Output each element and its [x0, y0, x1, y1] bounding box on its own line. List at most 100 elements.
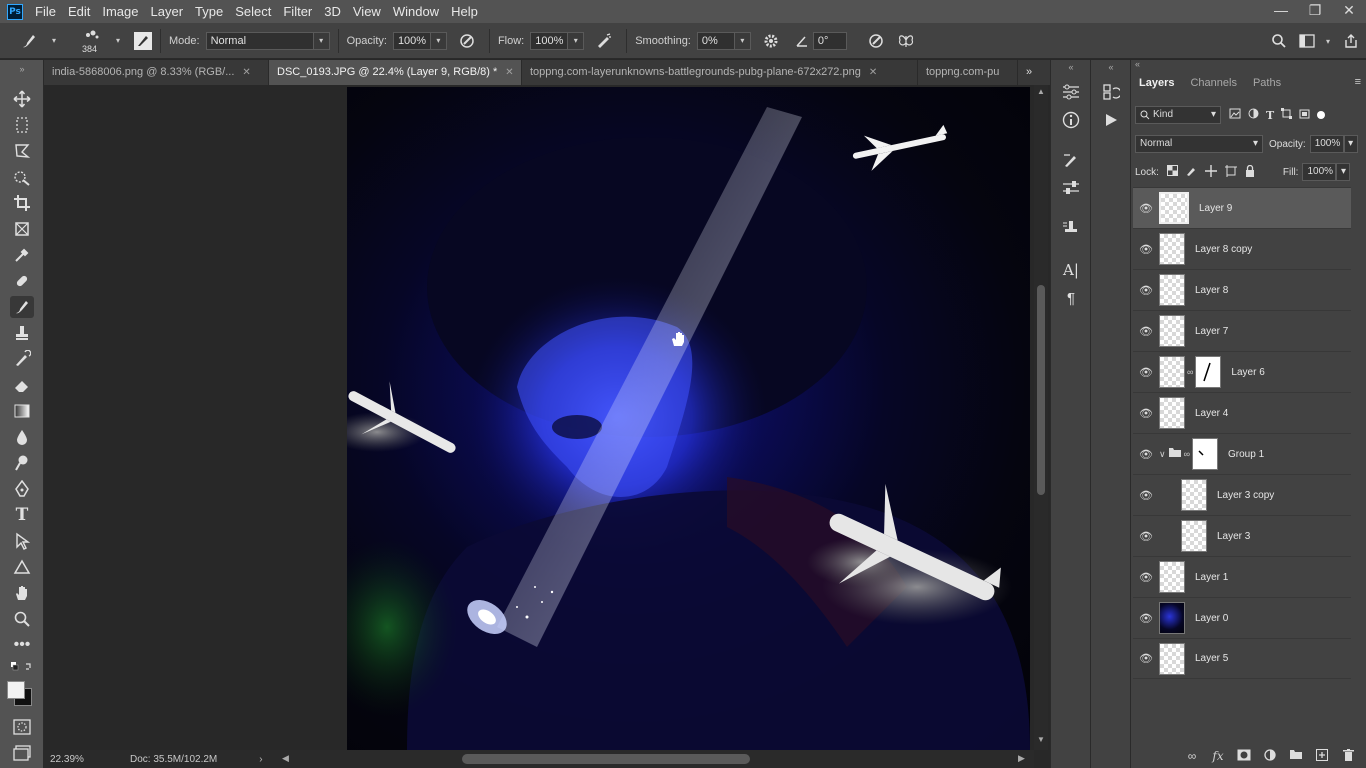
lock-artboard-icon[interactable] [1224, 164, 1237, 180]
lock-all-icon[interactable] [1245, 164, 1255, 180]
link-layers-icon[interactable]: ∞ [1179, 749, 1205, 763]
tab-paths[interactable]: Paths [1245, 72, 1289, 94]
status-menu-chevron-icon[interactable]: › [259, 754, 262, 765]
more-tabs-icon[interactable]: » [1018, 60, 1048, 85]
menu-type[interactable]: Type [189, 0, 229, 23]
group-mask-thumbnail[interactable] [1192, 438, 1219, 470]
filter-kind-select[interactable]: Kind ▾ [1135, 106, 1221, 124]
tab-toppng-plane[interactable]: toppng.com-layerunknowns-battlegrounds-p… [522, 60, 918, 85]
clone-stamp-tool-icon[interactable] [10, 322, 34, 344]
info-panel-icon[interactable] [1059, 108, 1083, 132]
zoom-level[interactable]: 22.39% [50, 754, 110, 765]
gear-icon[interactable] [757, 33, 785, 49]
clone-source-panel-icon[interactable] [1059, 216, 1083, 240]
dodge-tool-icon[interactable] [10, 452, 34, 474]
brush-settings-panel-icon[interactable] [1059, 148, 1083, 172]
minimize-button[interactable]: — [1264, 0, 1298, 23]
layer-opacity-input[interactable]: 100% [1309, 135, 1344, 153]
visibility-eye-icon[interactable]: 👁 [1133, 407, 1159, 420]
menu-help[interactable]: Help [445, 0, 484, 23]
default-colors-icon[interactable] [10, 660, 34, 674]
visibility-eye-icon[interactable]: 👁 [1133, 325, 1159, 338]
lasso-tool-icon[interactable] [10, 140, 34, 162]
color-swatches[interactable] [6, 680, 36, 710]
fill-chevron-icon[interactable]: ▾ [1336, 163, 1351, 181]
menu-edit[interactable]: Edit [62, 0, 96, 23]
menu-filter[interactable]: Filter [277, 0, 318, 23]
fill-input[interactable]: 100% [1302, 163, 1337, 181]
filter-type-icon[interactable]: T [1266, 109, 1274, 122]
menu-3d[interactable]: 3D [318, 0, 347, 23]
chain-link-icon[interactable]: ∞ [1184, 449, 1190, 459]
menu-window[interactable]: Window [387, 0, 445, 23]
workspace-chevron-icon[interactable]: ▾ [1320, 32, 1336, 50]
visibility-eye-icon[interactable]: 👁 [1133, 652, 1159, 665]
collapse-dock-icon[interactable]: « [1099, 62, 1123, 72]
layer-mask-thumbnail[interactable] [1195, 356, 1222, 388]
airbrush-icon[interactable] [590, 32, 618, 50]
lock-transparent-icon[interactable] [1166, 165, 1178, 179]
quick-selection-tool-icon[interactable] [10, 166, 34, 188]
filter-smart-object-icon[interactable] [1299, 108, 1310, 122]
brush-tool-icon[interactable] [10, 296, 34, 318]
layer-row-layer-8-copy[interactable]: 👁 Layer 8 copy [1133, 228, 1351, 269]
flow-chevron-icon[interactable]: ▾ [568, 31, 585, 50]
shape-tool-icon[interactable] [10, 556, 34, 578]
adjustments-panel-icon[interactable] [1059, 80, 1083, 104]
lock-image-pixels-icon[interactable] [1186, 165, 1197, 179]
filter-shape-icon[interactable] [1281, 108, 1293, 122]
menu-image[interactable]: Image [96, 0, 144, 23]
adjustment-layer-icon[interactable] [1257, 748, 1283, 764]
workspace-icon[interactable] [1294, 34, 1320, 48]
brush-preset-picker[interactable]: 384 [74, 25, 110, 57]
smoothing-input[interactable]: 0% [696, 31, 735, 50]
character-panel-icon[interactable]: A| [1059, 258, 1083, 282]
lock-position-icon[interactable] [1204, 164, 1217, 180]
close-icon[interactable]: ✕ [505, 60, 513, 85]
layer-row-layer-9[interactable]: 👁 Layer 9 [1133, 187, 1351, 228]
marquee-tool-icon[interactable] [10, 114, 34, 136]
layer-row-layer-8[interactable]: 👁 Layer 8 [1133, 269, 1351, 310]
history-brush-tool-icon[interactable] [10, 348, 34, 370]
visibility-eye-icon[interactable]: 👁 [1133, 202, 1159, 215]
tab-layers[interactable]: Layers [1131, 72, 1182, 94]
blend-mode-select[interactable]: Normal ▾ [1135, 135, 1263, 153]
zoom-tool-icon[interactable] [10, 608, 34, 630]
filter-toggle-icon[interactable] [1317, 111, 1326, 119]
menu-view[interactable]: View [347, 0, 387, 23]
collapse-panel-icon[interactable]: « [1131, 60, 1366, 70]
brush-settings-toggle[interactable] [134, 31, 152, 50]
layer-row-layer-1[interactable]: 👁 Layer 1 [1133, 556, 1351, 597]
layer-row-layer-3-copy[interactable]: 👁 Layer 3 copy [1133, 474, 1351, 515]
crop-tool-icon[interactable] [10, 192, 34, 214]
actions-play-icon[interactable] [1099, 108, 1123, 132]
visibility-eye-icon[interactable]: 👁 [1133, 530, 1159, 543]
mode-select[interactable]: Normal [205, 31, 314, 50]
layer-row-layer-6[interactable]: 👁 ∞ Layer 6 [1133, 351, 1351, 392]
smoothing-chevron-icon[interactable]: ▾ [734, 31, 751, 50]
screen-mode-icon[interactable] [10, 742, 34, 764]
chain-link-icon[interactable]: ∞ [1187, 367, 1193, 377]
quick-mask-icon[interactable] [10, 716, 34, 738]
share-icon[interactable] [1336, 33, 1366, 49]
blur-tool-icon[interactable] [10, 426, 34, 448]
new-layer-icon[interactable] [1309, 748, 1335, 764]
brush-presets-panel-icon[interactable] [1059, 176, 1083, 200]
opacity-input[interactable]: 100% [392, 31, 431, 50]
eraser-tool-icon[interactable] [10, 374, 34, 396]
tab-india[interactable]: india-5868006.png @ 8.33% (RGB/... ✕ [44, 60, 269, 85]
restore-button[interactable]: ❐ [1298, 0, 1332, 23]
tab-toppng-second[interactable]: toppng.com-pu [918, 60, 1018, 85]
tool-preset-chevron-icon[interactable]: ▾ [46, 32, 62, 50]
layer-style-fx-icon[interactable]: fx [1205, 749, 1231, 763]
healing-brush-tool-icon[interactable] [10, 270, 34, 292]
visibility-eye-icon[interactable]: 👁 [1133, 571, 1159, 584]
search-icon[interactable] [1264, 33, 1294, 49]
horizontal-scroll-thumb[interactable] [462, 754, 750, 764]
brush-tool-icon[interactable] [12, 31, 46, 51]
scroll-down-icon[interactable]: ▼ [1035, 735, 1047, 744]
vertical-scroll-thumb[interactable] [1037, 285, 1045, 495]
close-icon[interactable]: ✕ [242, 60, 250, 85]
visibility-eye-icon[interactable]: 👁 [1133, 489, 1159, 502]
layer-row-layer-0[interactable]: 👁 Layer 0 [1133, 597, 1351, 638]
